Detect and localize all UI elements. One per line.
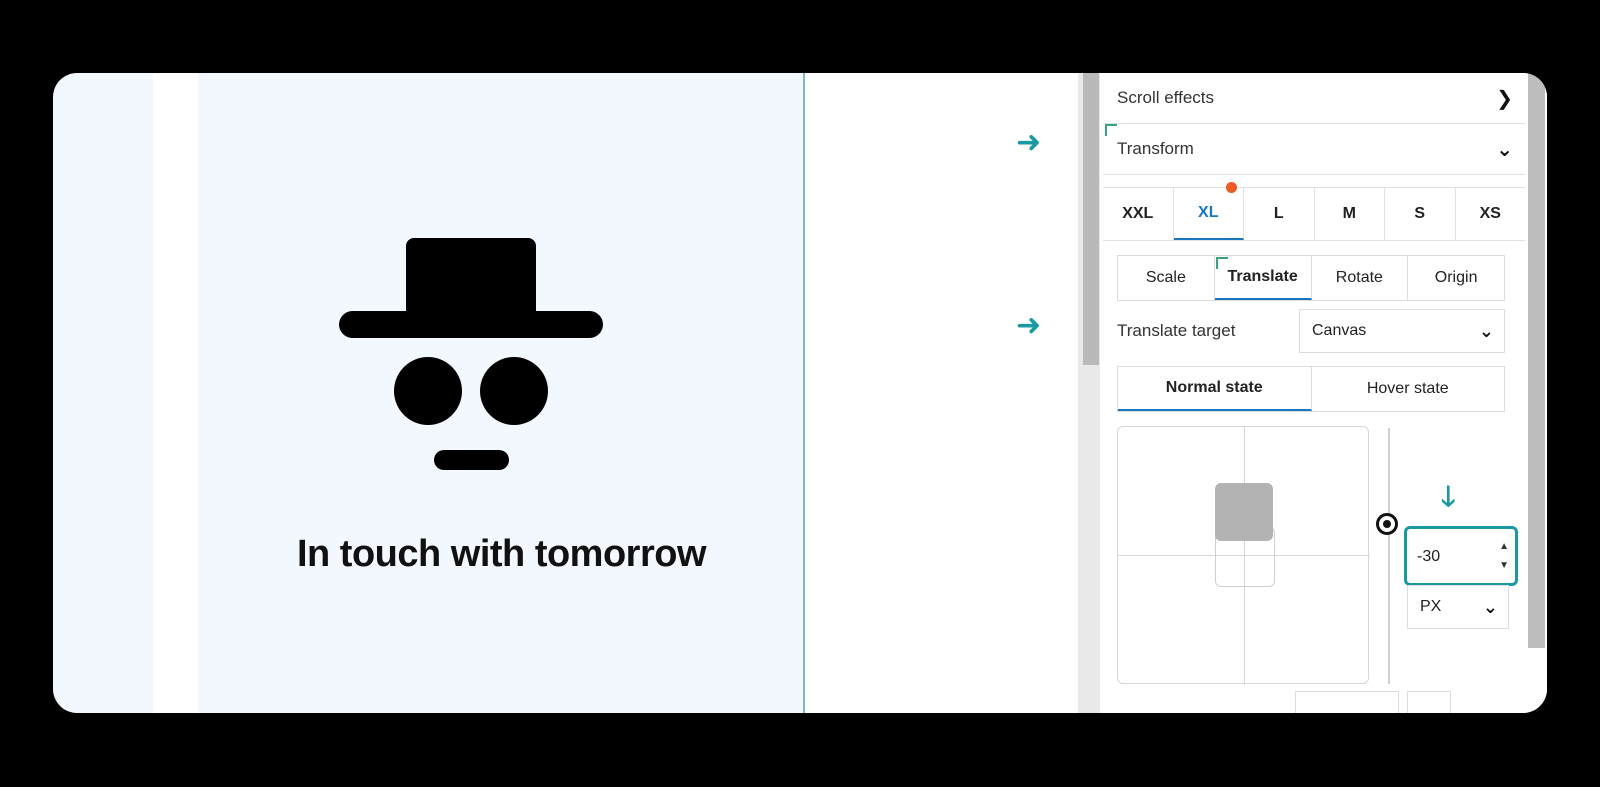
scroll-effects-label: Scroll effects — [1117, 88, 1215, 107]
y-axis-slider-knob[interactable] — [1376, 513, 1398, 535]
state-tabs: Normal state Hover state — [1117, 366, 1505, 412]
modified-indicator-dot — [1226, 182, 1237, 193]
translated-element-preview[interactable] — [1215, 483, 1273, 541]
breakpoint-l[interactable]: L — [1244, 188, 1315, 240]
breakpoint-xxl[interactable]: XXL — [1103, 188, 1174, 240]
tab-normal-state[interactable]: Normal state — [1118, 367, 1312, 411]
breakpoint-xl-label: XL — [1198, 204, 1219, 221]
page-margin — [153, 73, 198, 713]
tab-rotate[interactable]: Rotate — [1312, 256, 1409, 300]
translate-target-select[interactable]: Canvas ⌄ — [1299, 309, 1505, 353]
transform-type-tabs: Scale Translate Rotate Origin — [1117, 255, 1505, 301]
x-unit-select-partial[interactable] — [1407, 691, 1451, 713]
stepper-up-icon[interactable]: ▲ — [1499, 537, 1509, 556]
breakpoint-tabs: XXL XL L M S XS — [1103, 182, 1526, 241]
transform-header[interactable]: Transform ⌄ — [1103, 124, 1525, 175]
number-stepper[interactable]: ▲ ▼ — [1499, 537, 1509, 575]
translate-target-label: Translate target — [1117, 321, 1236, 340]
breakpoint-xs[interactable]: XS — [1456, 188, 1526, 240]
scrollbar-thumb[interactable] — [1528, 73, 1545, 648]
breakpoint-xl[interactable]: XL — [1173, 182, 1244, 240]
unit-value: PX — [1420, 598, 1442, 615]
y-value-field: ▲ ▼ — [1404, 526, 1518, 586]
headline-text: In touch with tomorrow — [296, 533, 707, 575]
arrow-down-icon: 🡓 — [1441, 481, 1456, 512]
canvas-section[interactable]: In touch with tomorrow — [198, 73, 805, 713]
tab-translate[interactable]: Translate — [1214, 256, 1312, 300]
y-axis-slider-track[interactable] — [1388, 428, 1390, 684]
editor-window: In touch with tomorrow ➜ ➜ Scroll effect… — [53, 73, 1547, 713]
focus-corner-marker — [1215, 257, 1228, 269]
chevron-down-icon: ⌄ — [1482, 596, 1498, 617]
breakpoint-m[interactable]: M — [1315, 188, 1385, 240]
tab-scale[interactable]: Scale — [1118, 256, 1215, 300]
scrollbar-thumb[interactable] — [1083, 73, 1099, 365]
canvas-scrollbar[interactable] — [1078, 73, 1100, 713]
breakpoint-s[interactable]: S — [1385, 188, 1456, 240]
translate-xy-pad[interactable] — [1117, 426, 1370, 685]
tab-origin[interactable]: Origin — [1408, 256, 1504, 300]
chevron-right-icon: ❯ — [1496, 87, 1513, 110]
x-value-field-partial[interactable] — [1295, 691, 1399, 713]
scroll-effects-header[interactable]: Scroll effects ❯ — [1103, 73, 1525, 124]
arrow-right-icon: ➜ — [1016, 126, 1042, 159]
unit-select[interactable]: PX ⌄ — [1407, 585, 1509, 629]
y-value-input[interactable] — [1415, 537, 1505, 577]
translate-target-value: Canvas — [1312, 322, 1367, 339]
stepper-down-icon[interactable]: ▼ — [1499, 556, 1509, 575]
incognito-hat-glasses-icon — [339, 238, 603, 470]
panel-scrollbar[interactable] — [1525, 73, 1547, 713]
tab-translate-label: Translate — [1227, 268, 1298, 285]
arrow-right-icon: ➜ — [1016, 309, 1042, 342]
transform-label: Transform — [1117, 139, 1194, 158]
tab-hover-state[interactable]: Hover state — [1312, 367, 1505, 411]
chevron-down-icon: ⌄ — [1496, 138, 1513, 161]
properties-panel: Scroll effects ❯ Transform ⌄ XXL XL L M … — [1103, 73, 1525, 713]
chevron-down-icon: ⌄ — [1478, 320, 1494, 341]
